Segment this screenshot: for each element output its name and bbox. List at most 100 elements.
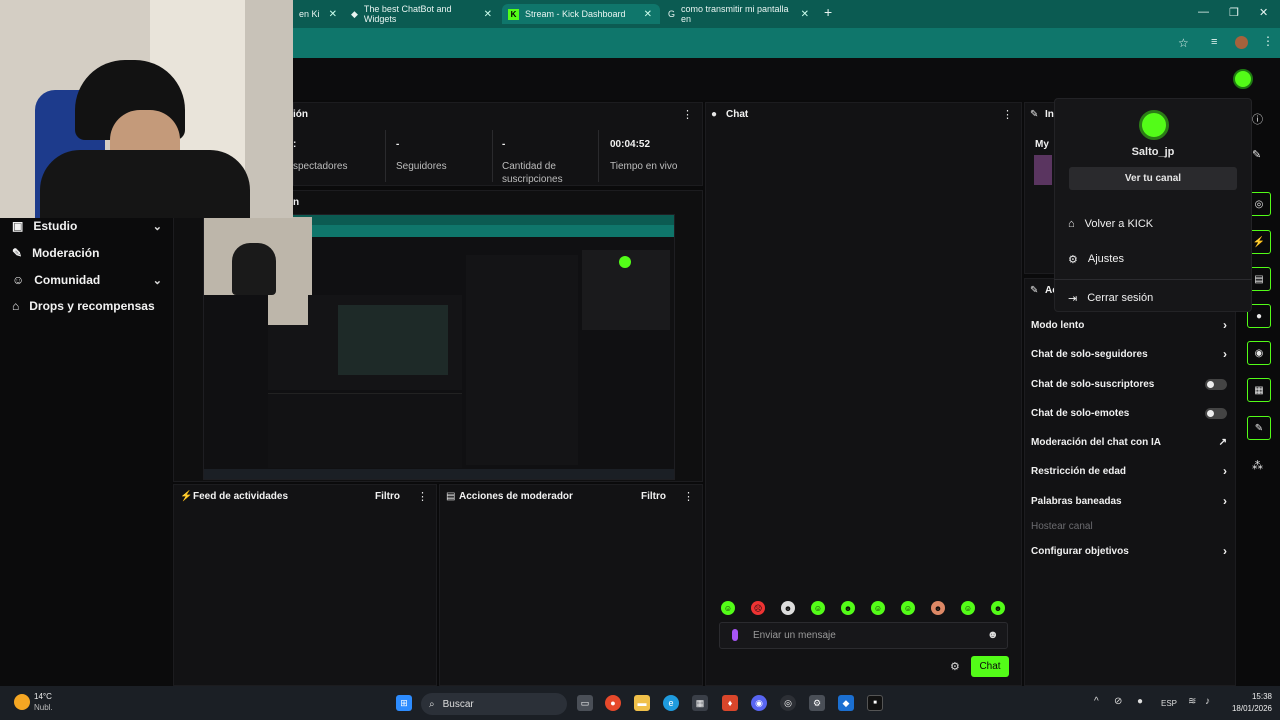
menu-item-logout[interactable]: ⇥ Cerrar sesión [1068,288,1238,308]
close-icon[interactable]: ✕ [801,9,809,20]
filter-button[interactable]: Filtro [375,491,400,502]
emoji-icon[interactable]: ☻ [987,629,999,641]
close-window-button[interactable]: ✕ [1259,6,1268,19]
new-tab-button[interactable]: + [824,4,832,20]
apps-icon[interactable]: ⁂ [1252,459,1263,472]
user-avatar[interactable] [1233,69,1253,89]
rail-button[interactable]: ◉ [1247,341,1271,365]
emote-icon[interactable]: ☺ [961,601,975,615]
minimize-button[interactable]: — [1198,6,1209,18]
microphone-icon[interactable] [732,629,738,641]
send-chat-button[interactable]: Chat [971,656,1009,677]
info-icon[interactable]: ⓘ [1252,111,1263,127]
emote-icon[interactable]: ☺ [871,601,885,615]
volume-icon[interactable]: ♪ [1205,696,1210,707]
clock-date[interactable]: 18/01/2026 [1222,704,1272,713]
discord-icon[interactable]: ◉ [751,695,767,711]
file-explorer-icon[interactable]: ▬ [634,695,650,711]
filter-button[interactable]: Filtro [641,491,666,502]
emote-icon[interactable]: ☻ [781,601,795,615]
preview-bottom-panels [268,393,462,468]
sidebar-item-comunidad[interactable]: ☺ Comunidad ⌄ [12,270,162,290]
setting-age-restriction[interactable]: Restricción de edad › [1031,462,1227,480]
menu-item-label: Ajustes [1087,253,1124,265]
taskbar-search[interactable]: ⌕ Buscar [421,693,567,715]
weather-temp: 14°C [34,692,52,701]
settings-icon[interactable]: ⚙ [809,695,825,711]
media-control-icon[interactable]: ≡ [1211,36,1217,48]
app-icon[interactable]: ◆ [838,695,854,711]
weather-icon[interactable] [14,694,30,710]
setting-label: Chat de solo-seguidores [1031,348,1148,360]
activity-feed-panel [173,484,437,686]
panel-menu-icon[interactable]: ⋮ [417,490,428,503]
emote-icon[interactable]: ☺ [811,601,825,615]
subscribers-only-toggle[interactable] [1205,378,1227,390]
setting-subscribers-only: Chat de solo-suscriptores [1031,375,1227,393]
chevron-down-icon: ⌄ [152,220,162,233]
panel-title: In [1045,109,1054,120]
emote-icon[interactable]: ☺ [721,601,735,615]
windows-start-icon[interactable]: ⊞ [396,695,412,711]
tray-icon[interactable]: ⊘ [1114,696,1122,707]
chevron-down-icon: ⌄ [152,274,162,287]
chat-settings-panel [1024,278,1236,686]
view-channel-button[interactable]: Ver tu canal [1069,167,1237,190]
setting-label: Chat de solo-suscriptores [1031,378,1155,390]
close-icon[interactable]: ✕ [484,9,492,20]
language-indicator[interactable]: ESP [1161,699,1177,708]
obs-icon[interactable]: ◎ [780,695,796,711]
clock-time[interactable]: 15:38 [1222,692,1272,701]
divider [598,130,599,182]
emote-icon[interactable]: ☹ [751,601,765,615]
edge-icon[interactable]: e [663,695,679,711]
stat-value: - [396,139,400,150]
maximize-button[interactable]: ❐ [1229,6,1239,19]
setting-goals[interactable]: Configurar objetivos › [1031,542,1227,560]
emote-icon[interactable]: ☺ [901,601,915,615]
setting-banned-words[interactable]: Palabras baneadas › [1031,492,1227,510]
app-icon[interactable]: ♦ [722,695,738,711]
stat-value: : [293,139,297,150]
sidebar-item-moderacion[interactable]: ✎ Moderación [12,243,162,263]
task-view-icon[interactable]: ▭ [577,695,593,711]
sidebar-item-drops[interactable]: ⌂ Drops y recompensas [12,296,162,316]
close-icon[interactable]: ✕ [329,9,337,20]
store-icon[interactable]: ▦ [692,695,708,711]
browser-tab[interactable]: en Ki ✕ [293,4,345,24]
tray-chevron-icon[interactable]: ^ [1094,696,1099,707]
setting-followers-only[interactable]: Chat de solo-seguidores › [1031,345,1227,363]
category-thumbnail[interactable] [1034,155,1052,185]
panel-menu-icon[interactable]: ⋮ [682,108,693,121]
app-icon[interactable]: ■ [867,695,883,711]
setting-ai-moderation[interactable]: Moderación del chat con IA ↗ [1031,433,1227,451]
menu-item-back-to-kick[interactable]: ⌂ Volver a KICK [1068,214,1238,234]
panel-menu-icon[interactable]: ⋮ [683,490,694,503]
browser-tab[interactable]: ◆ The best ChatBot and Widgets ✕ [345,4,500,24]
chat-settings-icon[interactable]: ⚙ [950,660,960,673]
close-icon[interactable]: ✕ [644,9,652,20]
bookmark-star-icon[interactable]: ☆ [1178,36,1189,50]
wifi-icon[interactable]: ≋ [1188,696,1196,707]
emotes-only-toggle[interactable] [1205,407,1227,419]
setting-slow-mode[interactable]: Modo lento › [1031,316,1227,334]
browser-tab[interactable]: G como transmitir mi pantalla en ✕ [662,4,817,24]
stream-preview-video[interactable] [203,214,675,480]
profile-avatar-icon[interactable] [1235,36,1248,49]
chrome-icon[interactable]: ● [605,695,621,711]
studio-icon: ▣ [12,219,24,233]
pencil-icon[interactable]: ✎ [1252,148,1261,161]
emote-icon[interactable]: ☻ [841,601,855,615]
emote-icon[interactable]: ☻ [931,601,945,615]
rail-button[interactable]: ✎ [1247,416,1271,440]
panel-menu-icon[interactable]: ⋮ [1002,108,1013,121]
microphone-icon[interactable]: ● [1137,696,1143,707]
setting-host-channel: Hostear canal [1031,517,1227,535]
browser-tab-active[interactable]: K Stream - Kick Dashboard ✕ [502,4,660,24]
chat-input[interactable]: Enviar un mensaje ☻ [719,622,1008,649]
sidebar-item-estudio[interactable]: ▣ Estudio ⌄ [12,216,162,236]
menu-item-settings[interactable]: ⚙ Ajustes [1068,249,1238,269]
emote-icon[interactable]: ☻ [991,601,1005,615]
menu-kebab-icon[interactable]: ⋮ [1262,34,1274,48]
rail-button[interactable]: ▦ [1247,378,1271,402]
